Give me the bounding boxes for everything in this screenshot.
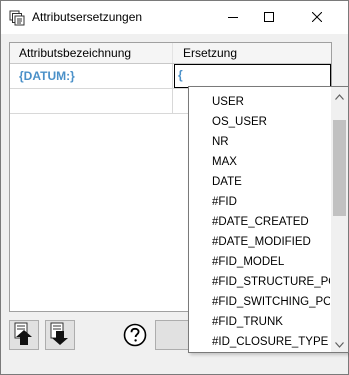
dropdown-item[interactable]: OS_USER (212, 112, 330, 132)
attribute-cell[interactable]: {DATUM:} (10, 64, 173, 88)
dropdown-item[interactable]: #FID_TRUNK (212, 312, 330, 332)
move-down-icon (49, 322, 71, 349)
scroll-up-button[interactable] (331, 87, 348, 104)
dropdown-list: USER OS_USER NR MAX DATE #FID #DATE_CREA… (189, 87, 331, 352)
replacement-value: { (178, 68, 183, 82)
maximize-button[interactable] (246, 1, 292, 34)
dropdown-item[interactable]: USER (212, 92, 330, 112)
scroll-down-button[interactable] (331, 335, 348, 352)
help-button[interactable] (122, 323, 148, 349)
move-up-icon (13, 322, 35, 349)
scrollbar-thumb[interactable] (333, 120, 346, 216)
maximize-icon (264, 11, 274, 25)
move-down-button[interactable] (45, 320, 75, 350)
move-up-button[interactable] (9, 320, 39, 350)
column-header-replacement[interactable]: Ersetzung (174, 43, 331, 63)
dropdown-item[interactable]: DATE (212, 172, 330, 192)
replacement-input[interactable]: { (174, 64, 331, 88)
chevron-down-icon (335, 337, 344, 351)
dropdown-item[interactable]: #FID_STRUCTURE_POI (212, 272, 330, 292)
dialog-window: Attributsersetzungen Attributsbezeichnun… (0, 0, 349, 375)
dropdown-item[interactable]: #FID_SWITCHING_POI (212, 292, 330, 312)
dropdown-item[interactable]: #DATE_CREATED (212, 212, 330, 232)
column-header-attribute[interactable]: Attributsbezeichnung (10, 43, 173, 63)
title-bar[interactable]: Attributsersetzungen (1, 1, 348, 34)
autocomplete-dropdown[interactable]: USER OS_USER NR MAX DATE #FID #DATE_CREA… (188, 86, 349, 353)
dropdown-item[interactable]: #ID_CLOSURE_TYPE (212, 332, 330, 352)
ok-button[interactable] (155, 320, 191, 350)
grid-header: Attributsbezeichnung Ersetzung (10, 43, 331, 64)
dropdown-item[interactable]: #FID_MODEL (212, 252, 330, 272)
minimize-icon (228, 11, 238, 25)
window-title: Attributsersetzungen (32, 10, 143, 24)
dropdown-item[interactable]: NR (212, 132, 330, 152)
dropdown-item[interactable]: #DATE_MODIFIED (212, 232, 330, 252)
close-icon (311, 11, 323, 25)
attribute-cell[interactable] (10, 89, 173, 113)
help-icon (123, 323, 147, 350)
close-button[interactable] (294, 1, 340, 34)
dropdown-item[interactable]: MAX (212, 152, 330, 172)
dropdown-item[interactable]: #FID (212, 192, 330, 212)
chevron-up-icon (335, 89, 344, 103)
copy-stack-icon (9, 10, 25, 26)
dropdown-scrollbar[interactable] (331, 87, 348, 352)
